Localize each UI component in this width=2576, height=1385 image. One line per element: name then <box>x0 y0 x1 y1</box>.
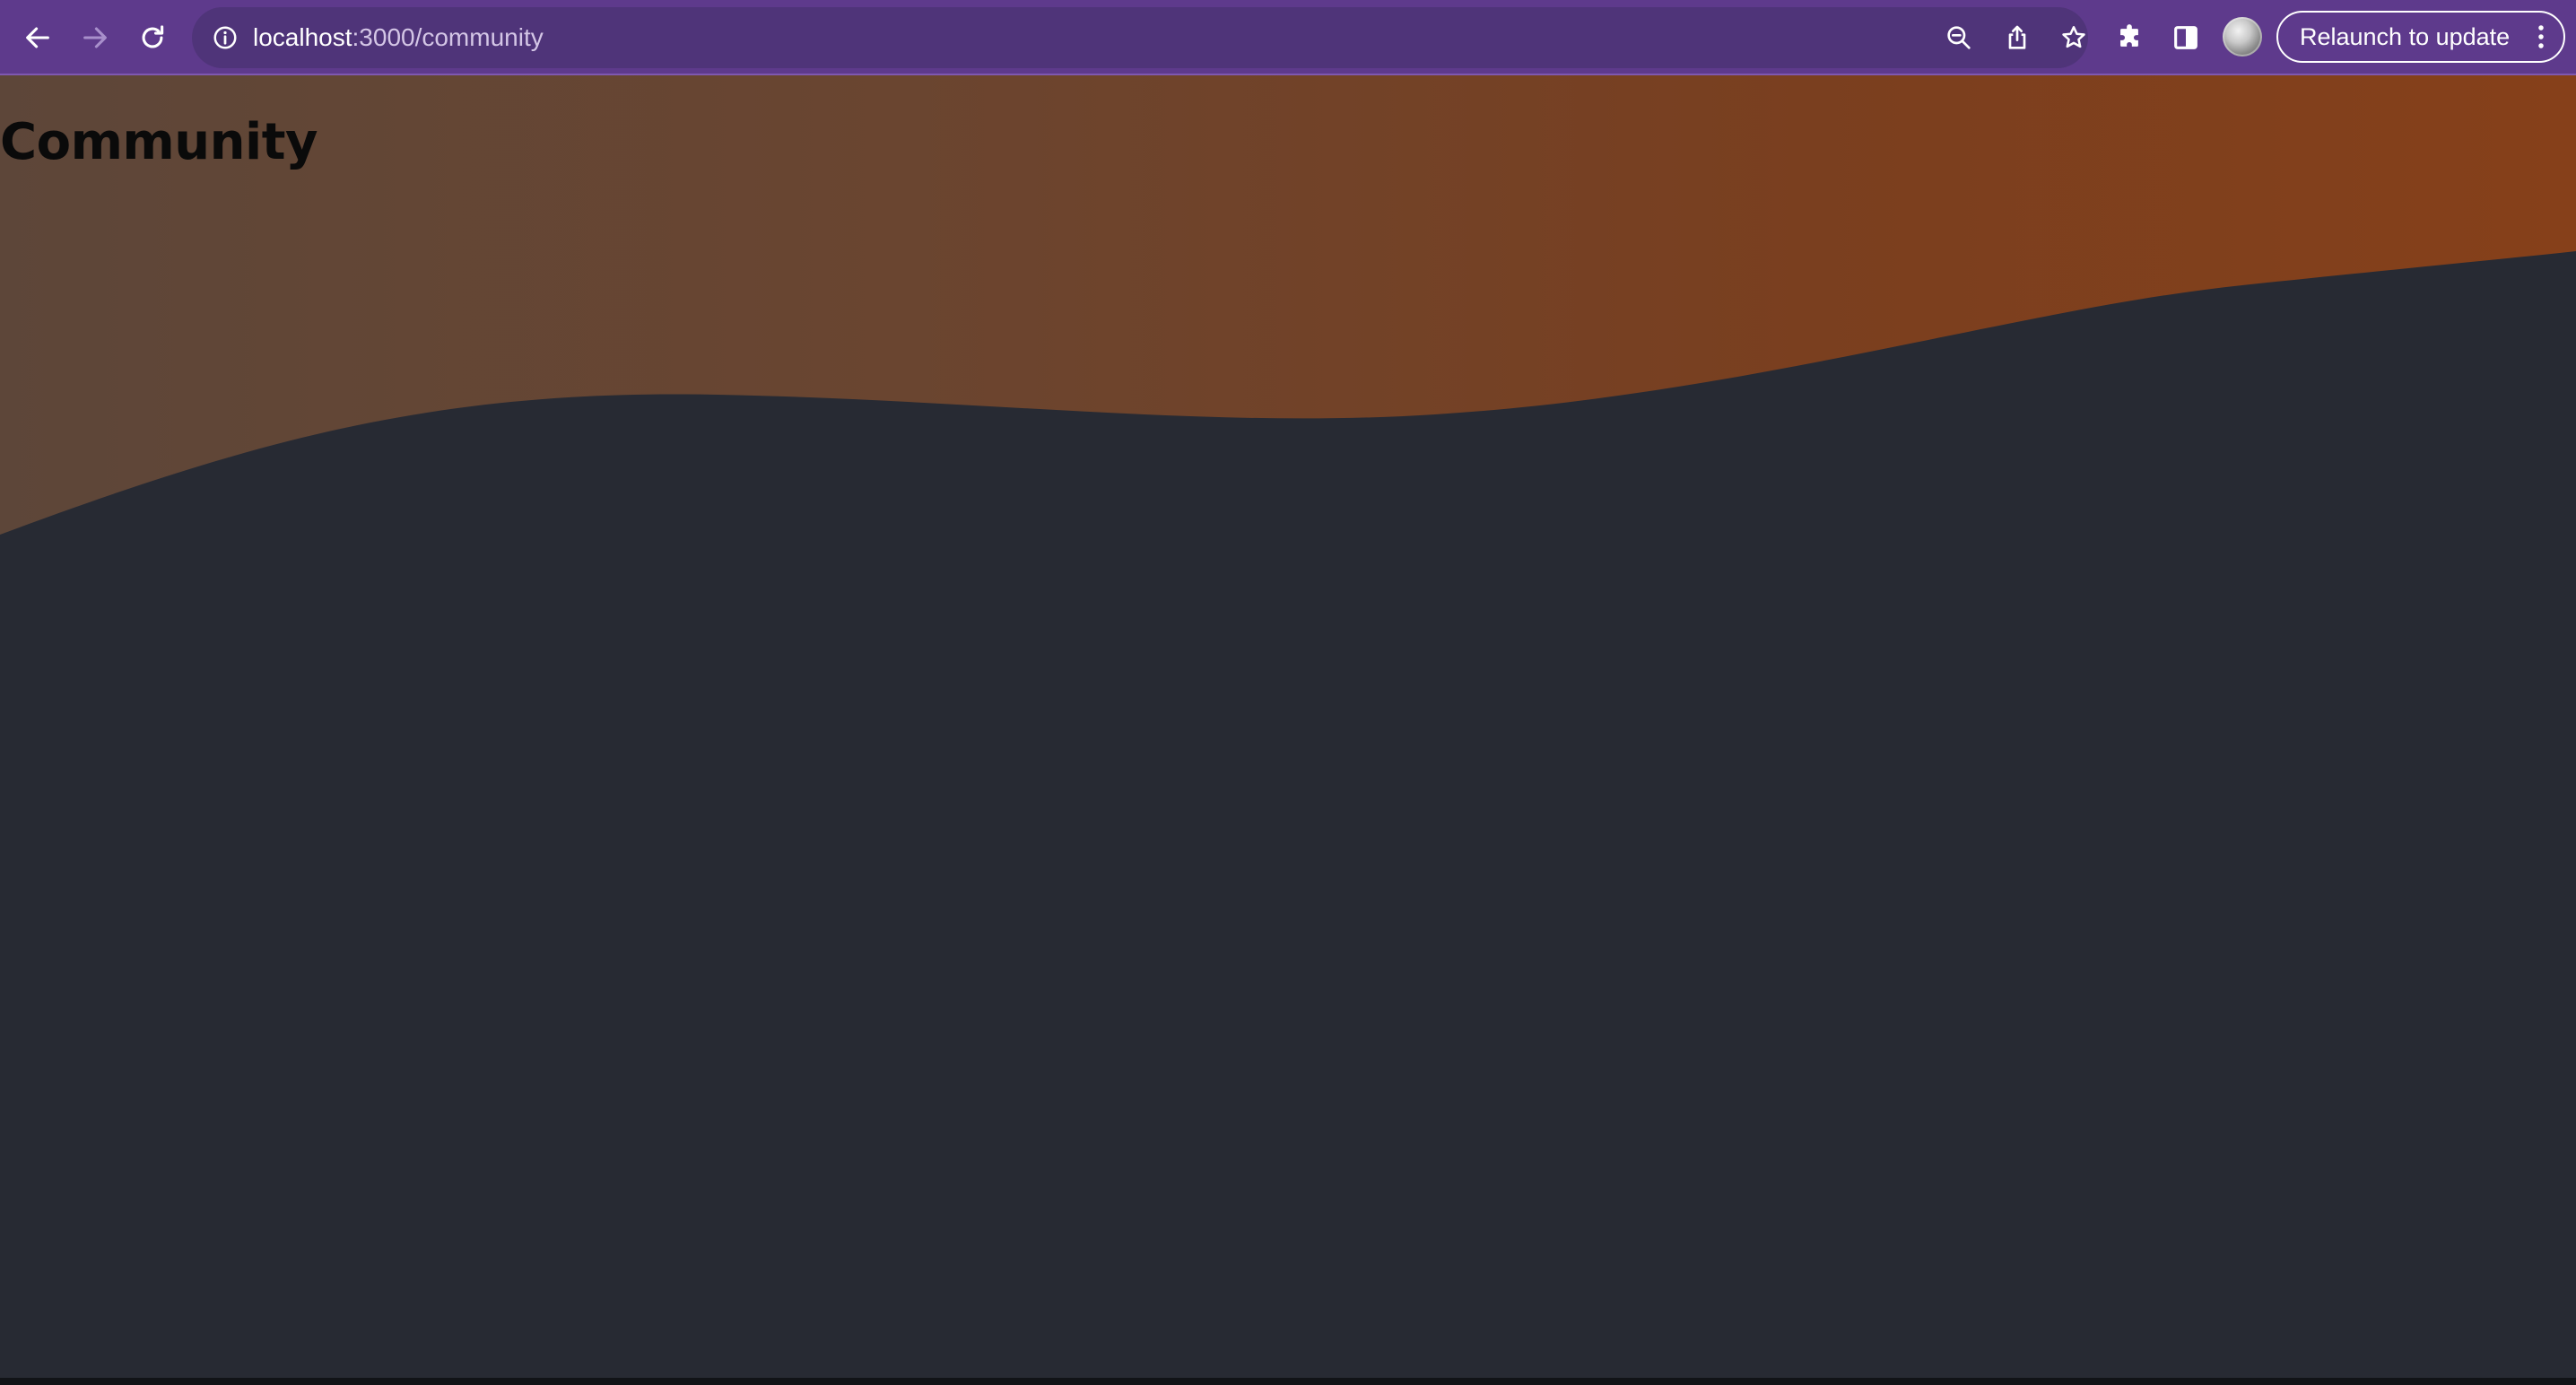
browser-toolbar: localhost:3000/community Relaunch to upd… <box>0 0 2576 75</box>
forward-button[interactable] <box>74 16 117 59</box>
bookmark-button[interactable] <box>2056 20 2092 56</box>
url-host: localhost <box>253 23 352 51</box>
share-icon <box>2008 25 2026 49</box>
zoom-button[interactable] <box>1941 20 1977 56</box>
page-content: Community <box>0 75 2576 1385</box>
star-icon <box>2062 26 2085 48</box>
window-bottom-edge <box>0 1378 2576 1385</box>
info-icon <box>213 26 237 49</box>
side-panel-button[interactable] <box>2166 18 2206 57</box>
reload-button[interactable] <box>131 16 174 59</box>
relaunch-button[interactable]: Relaunch to update <box>2276 11 2565 63</box>
arrow-left-icon <box>26 27 49 48</box>
puzzle-icon <box>2120 24 2138 47</box>
zoom-out-icon <box>1947 26 1971 49</box>
page-title: Community <box>0 113 318 171</box>
back-button[interactable] <box>16 16 59 59</box>
relaunch-label: Relaunch to update <box>2300 23 2511 50</box>
arrow-right-icon <box>83 27 107 48</box>
side-panel-icon <box>2174 26 2197 49</box>
more-vertical-icon[interactable] <box>2528 21 2554 53</box>
url-path: :3000/community <box>352 23 544 51</box>
site-info-button[interactable] <box>208 21 242 55</box>
avatar[interactable] <box>2223 17 2262 57</box>
url-text[interactable]: localhost:3000/community <box>253 7 544 68</box>
hero-wave <box>0 251 2576 1385</box>
share-button[interactable] <box>1999 20 2035 56</box>
address-bar[interactable]: localhost:3000/community <box>192 7 2088 68</box>
reload-icon <box>142 25 164 48</box>
extensions-button[interactable] <box>2110 18 2149 57</box>
